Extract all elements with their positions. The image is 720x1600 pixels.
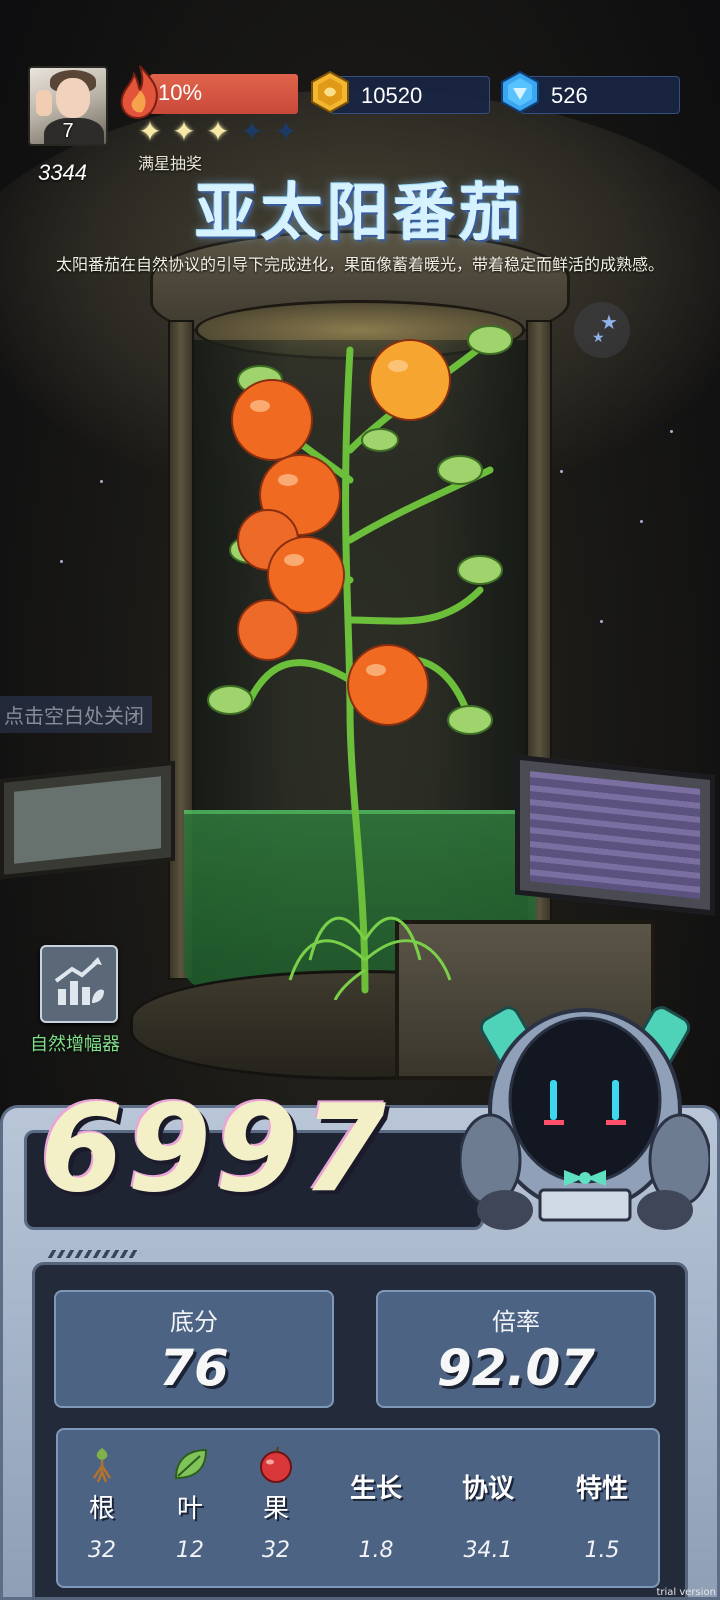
fruit-icon (260, 1446, 292, 1483)
stat-fruit: 果 32 (226, 1430, 326, 1590)
stat-value: 1.8 (358, 1538, 394, 1563)
star-icon: ★ (592, 330, 605, 346)
amplifier-button[interactable] (40, 945, 118, 1023)
base-score-label: 底分 (170, 1308, 218, 1336)
multiplier-value: 92.07 (436, 1339, 596, 1397)
star-icon: ✦ (172, 115, 196, 148)
total-score: 6997 (40, 1080, 390, 1219)
leaf-icon (174, 1448, 208, 1480)
multiplier-label: 倍率 (492, 1308, 540, 1336)
star-icon: ✦ (206, 115, 230, 148)
flame-icon (120, 65, 158, 120)
stat-protocol: 协议 34.1 (438, 1430, 538, 1590)
plant-description: 太阳番茄在自然协议的引导下完成进化，果面像蓄着暖光，带着稳定而鲜活的成熟感。 (55, 255, 664, 274)
gem-counter[interactable]: 526 (520, 76, 680, 114)
amplifier-label: 自然增幅器 (30, 1034, 120, 1055)
base-score-value: 76 (159, 1339, 229, 1397)
stat-label: 生长 (349, 1474, 402, 1504)
root-icon (92, 1448, 112, 1483)
stat-trait: 特性 1.5 (552, 1430, 652, 1590)
gem-value: 526 (551, 83, 588, 108)
plant-name: 亚太阳番茄 (194, 176, 525, 249)
gold-coin-icon (311, 70, 349, 114)
player-level: 7 (62, 120, 74, 142)
gold-counter[interactable]: 10520 (330, 76, 490, 114)
star-empty-icon: ✦ (240, 115, 264, 148)
stat-value: 12 (176, 1538, 204, 1563)
star-icon: ✦ (138, 115, 162, 148)
right-monitor (515, 754, 715, 916)
blue-gem-icon (501, 70, 539, 114)
growth-chart-icon (54, 957, 104, 1005)
left-monitor (0, 760, 175, 880)
multiplier-card: 倍率 92.07 (376, 1290, 656, 1408)
stat-growth: 生长 1.8 (326, 1430, 426, 1590)
stat-label: 果 (262, 1494, 289, 1524)
tomato-plant (207, 325, 513, 1000)
stat-value: 32 (262, 1538, 290, 1563)
gold-value: 10520 (361, 83, 423, 108)
panel-vent (47, 1250, 143, 1258)
stat-label: 叶 (176, 1494, 203, 1524)
base-score-card: 底分 76 (54, 1290, 334, 1408)
stat-value: 32 (88, 1538, 116, 1563)
stat-root: 根 32 (52, 1430, 152, 1590)
stat-leaf: 叶 12 (140, 1430, 240, 1590)
stat-label: 特性 (575, 1474, 628, 1504)
attribute-stats: 根 32 叶 12 果 32 生长 1.8 协议 34.1 特性 1.5 (56, 1428, 660, 1588)
stat-label: 根 (88, 1494, 115, 1524)
robot-mascot (460, 1006, 710, 1230)
trial-watermark: trial version (656, 1587, 716, 1598)
stat-label: 协议 (461, 1474, 514, 1504)
stat-value: 34.1 (463, 1538, 513, 1563)
favorite-button[interactable]: ★ ★ (574, 302, 630, 358)
tap-to-close-hint[interactable]: 点击空白处关闭 (0, 696, 152, 733)
stat-value: 1.5 (584, 1538, 620, 1563)
star-empty-icon: ✦ (274, 115, 298, 148)
progress-percent: 10% (158, 80, 203, 105)
star-rating: ✦ ✦ ✦ ✦ ✦ (134, 118, 302, 146)
